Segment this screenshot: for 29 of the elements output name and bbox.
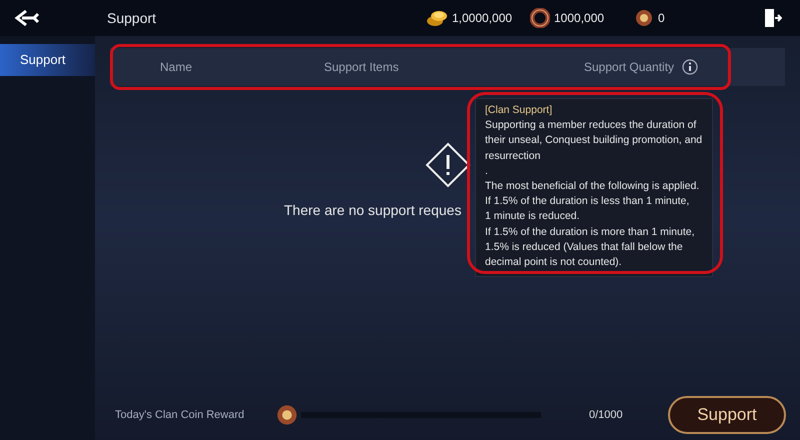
tooltip-title: [Clan Support] <box>485 103 554 118</box>
info-icon[interactable] <box>682 59 698 75</box>
tooltip-text: decimal point is not counted). <box>485 255 623 270</box>
column-header: Name <box>160 60 194 74</box>
empty-message: There are no support reques <box>284 202 462 218</box>
tooltip-text: . <box>485 164 489 179</box>
tooltip-text: The most beneficial of the following is applied. <box>485 179 700 194</box>
progress-reading: 0/1000 <box>589 409 623 421</box>
currency-amount: 1,0000,000 <box>452 11 512 25</box>
support-button[interactable]: Support <box>668 396 786 434</box>
column-header: Support Items <box>324 60 400 74</box>
coin-stack-icon <box>426 8 448 28</box>
reward-label: Today's Clan Coin Reward <box>115 409 246 421</box>
currency-amount: 0 <box>658 11 665 25</box>
exit-icon[interactable] <box>764 8 782 28</box>
tooltip-text: their unseal, Conquest building promotion, and <box>485 133 702 148</box>
ring-coin-icon <box>530 8 550 28</box>
tooltip-text: If 1.5% of the duration is more than 1 minute, <box>485 224 696 240</box>
tooltip-text: Supporting a member reduces the duration of <box>485 118 698 134</box>
tooltip-text: If 1.5% of the duration is less than 1 minute, <box>485 194 690 210</box>
tooltip-text: resurrection <box>485 148 542 164</box>
tooltip-text: 1.5% is reduced (Values that fall below the <box>485 240 684 255</box>
screen-title: Support <box>107 10 156 26</box>
column-header: Support Quantity <box>584 60 674 74</box>
currency-amount: 1000,000 <box>554 11 604 25</box>
clan-coin-icon <box>275 403 299 427</box>
tooltip-text: 1 minute is reduced. <box>485 209 581 224</box>
clan-coin-icon <box>634 8 654 28</box>
sidebar-tab[interactable]: Support <box>0 44 95 76</box>
